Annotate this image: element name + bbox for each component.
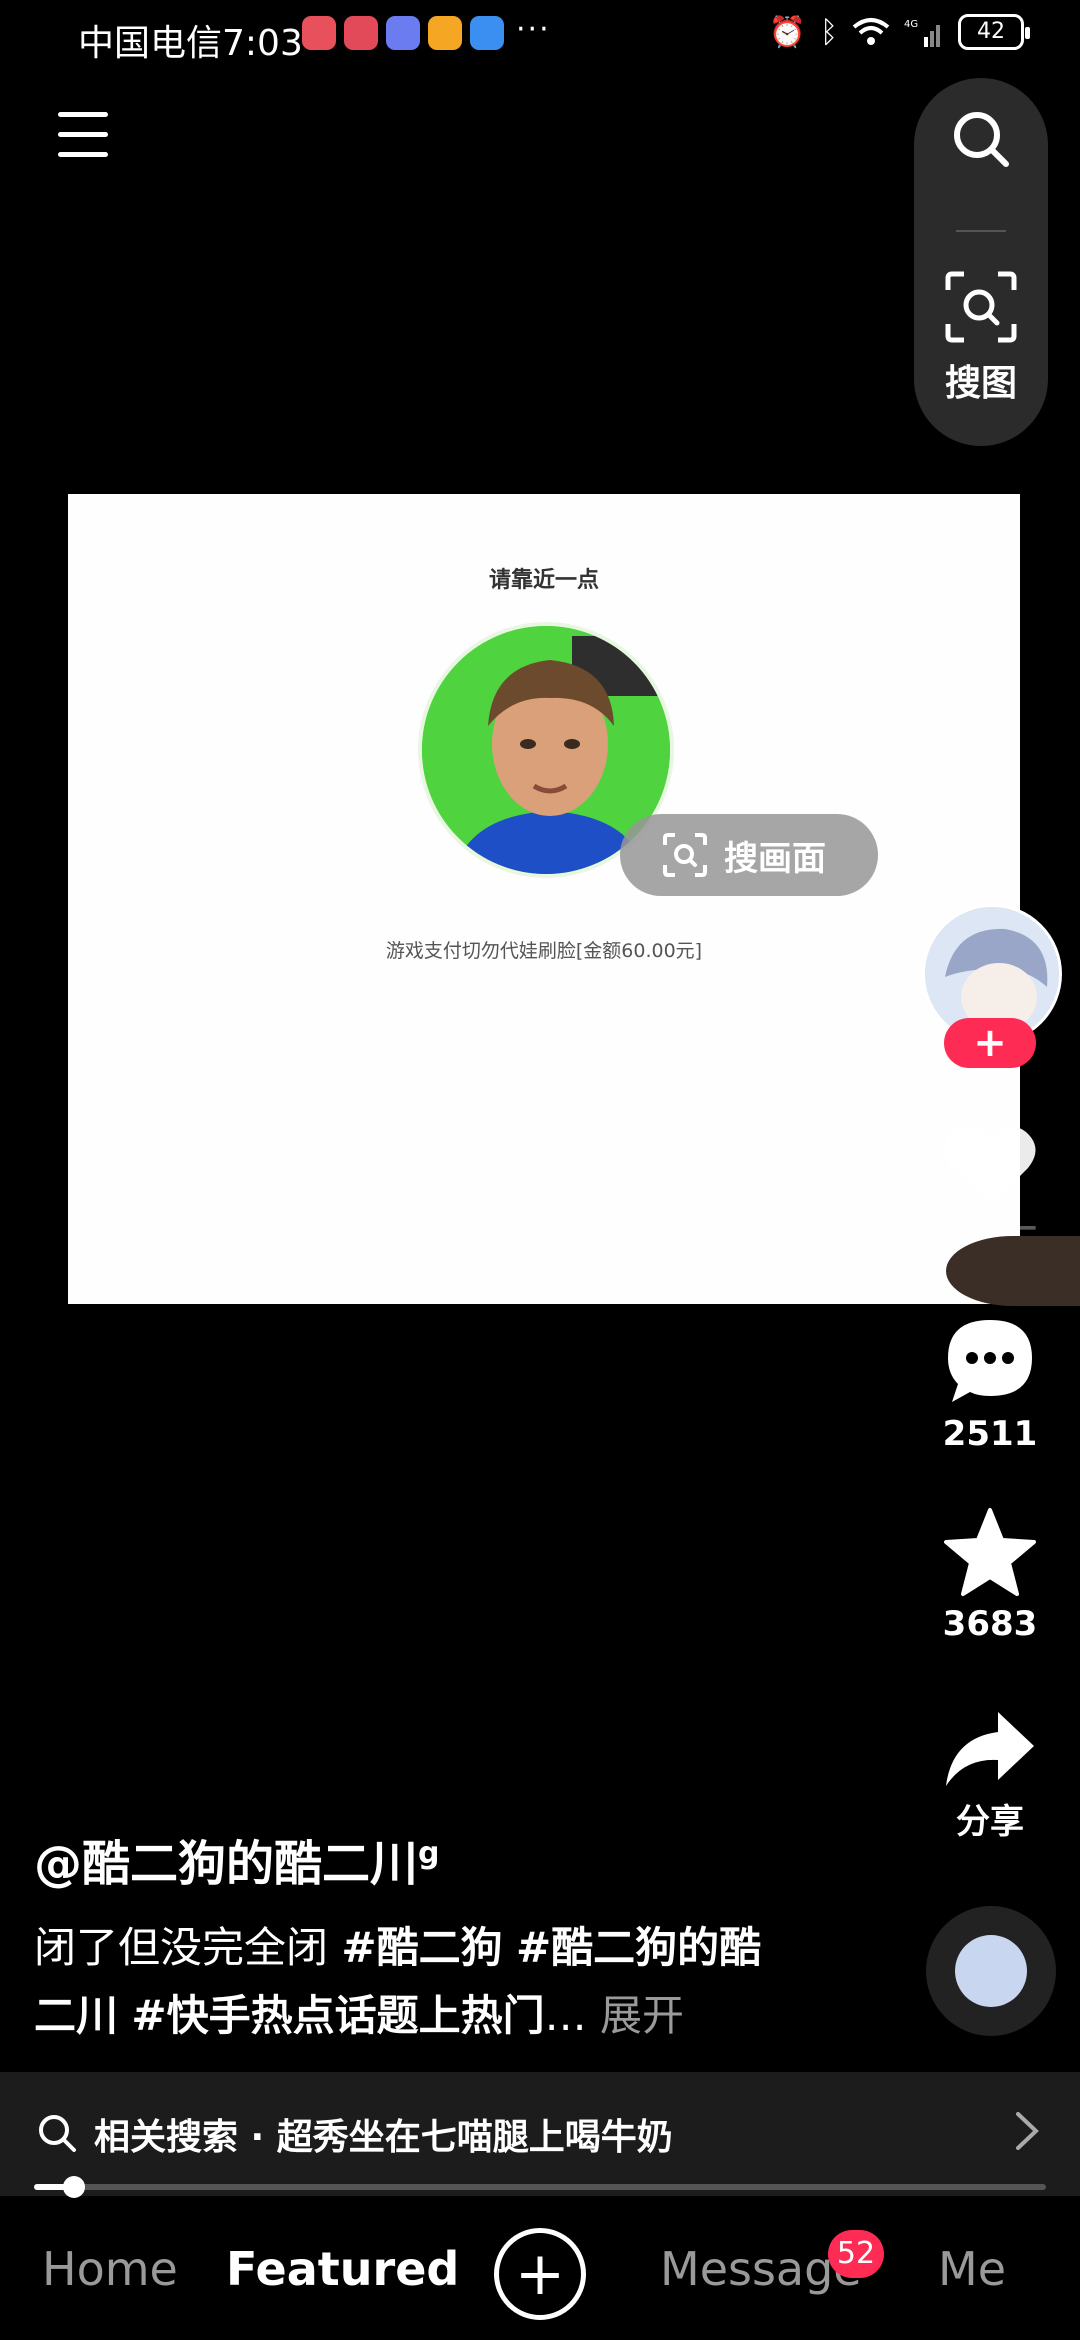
plus-icon: +: [973, 1020, 1007, 1066]
star-icon: [944, 1508, 1036, 1596]
share-button[interactable]: 分享: [920, 1708, 1060, 1843]
create-button[interactable]: +: [494, 2228, 586, 2320]
video-caption[interactable]: 闭了但没完全闭 #酷二狗 #酷二狗的酷二川 #快手热点话题上热门… 展开: [34, 1914, 794, 2050]
share-icon: [946, 1712, 1034, 1786]
wifi-icon: [852, 18, 890, 45]
video-progress-bar[interactable]: [34, 2176, 1046, 2198]
plus-icon: +: [514, 2239, 566, 2309]
menu-icon[interactable]: [58, 112, 112, 162]
bottom-navigation: Home Featured + Message 52 Me: [0, 2200, 1080, 2340]
battery-icon: 42: [958, 14, 1030, 50]
nav-featured[interactable]: Featured: [226, 2242, 459, 2296]
payment-warning-text: 游戏支付切勿代娃刷脸[金额60.00元]: [385, 940, 703, 962]
bluetooth-icon: ᛒ: [820, 14, 838, 50]
panel-divider: [956, 230, 1006, 232]
favorite-button[interactable]: 3683: [920, 1506, 1060, 1644]
chevron-right-icon: [1016, 2112, 1039, 2150]
related-search-bar[interactable]: 相关搜索 · 超秀坐在七喵腿上喝牛奶: [0, 2072, 1080, 2196]
video-app-icon: [428, 16, 462, 50]
username-text: @酷二狗的酷二川: [34, 1836, 419, 1892]
username-mark: g: [418, 1836, 440, 1871]
heart-icon: [944, 1126, 1036, 1206]
search-icon[interactable]: [950, 108, 1012, 170]
search-icon: [39, 2115, 76, 2152]
search-frame-label: 搜画面: [724, 838, 826, 879]
music-disc[interactable]: [926, 1906, 1056, 2036]
progress-handle[interactable]: [63, 2176, 85, 2198]
signal-icon: 4G: [904, 19, 940, 47]
caption-ellipsis: …: [544, 1991, 587, 2040]
message-badge: 52: [828, 2230, 884, 2278]
status-bar: 中国电信7:03 ··· ⏰ ᛒ 4G 42: [0, 0, 1080, 72]
image-search-label[interactable]: 搜图: [914, 354, 1048, 406]
comment-icon: [948, 1320, 1032, 1402]
music-app-icon: [386, 16, 420, 50]
status-app-icons: [302, 16, 504, 50]
expand-caption-button[interactable]: 展开: [600, 1991, 684, 2040]
author-username[interactable]: @酷二狗的酷二川g: [34, 1824, 440, 1894]
related-search-text: 相关搜索 · 超秀坐在七喵腿上喝牛奶: [94, 2117, 673, 2158]
share-label: 分享: [956, 1802, 1024, 1842]
books-app-icon: [344, 16, 378, 50]
nav-home[interactable]: Home: [42, 2242, 178, 2296]
search-frame-button[interactable]: 搜画面: [620, 814, 878, 896]
favorite-count: 3683: [942, 1604, 1038, 1644]
caption-text: 闭了但没完全闭: [34, 1923, 329, 1972]
hashtag[interactable]: #快手热点话题上热门: [131, 1991, 544, 2040]
hashtag[interactable]: #酷二狗: [341, 1923, 502, 1972]
follow-button[interactable]: +: [944, 1018, 1036, 1068]
alarm-icon: ⏰: [768, 14, 806, 50]
scan-icon: [663, 833, 707, 877]
nav-me[interactable]: Me: [938, 2242, 1006, 2296]
frame-prompt-text: 请靠近一点: [488, 568, 599, 593]
huawei-app-icon: [302, 16, 336, 50]
music-cover-image: [955, 1935, 1027, 2007]
comment-count: 2511: [942, 1414, 1038, 1454]
video-frame[interactable]: 请靠近一点 游戏支付切勿代娃刷脸[金额60.00元] 搜画面: [68, 494, 1020, 1304]
network-type: 4G: [904, 19, 918, 30]
image-search-icon[interactable]: [944, 270, 1018, 344]
comment-button[interactable]: 2511: [920, 1316, 1060, 1454]
browser-app-icon: [470, 16, 504, 50]
carrier-time: 中国电信7:03: [78, 23, 303, 64]
overlay-sticker: [946, 1236, 1080, 1306]
search-panel: 搜图: [914, 78, 1048, 446]
more-notifications-icon: ···: [516, 12, 551, 47]
